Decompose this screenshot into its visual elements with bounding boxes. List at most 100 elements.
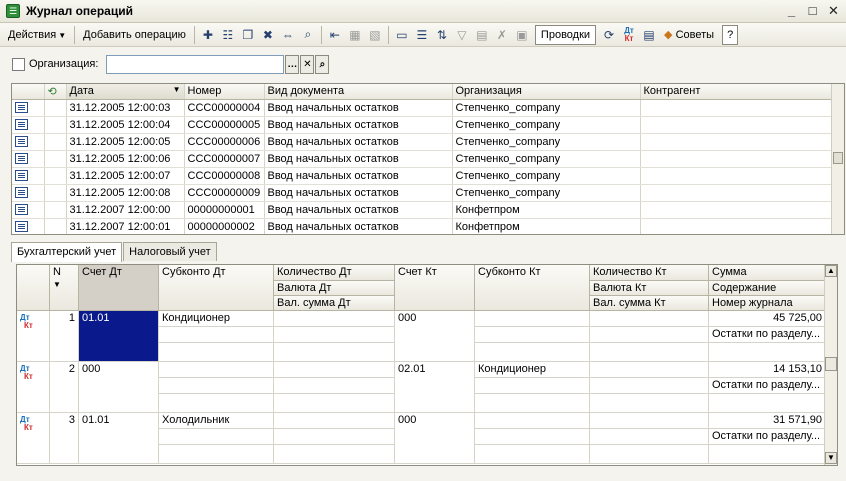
column-header-dt-qty[interactable]: Количество Дт bbox=[274, 265, 395, 281]
document-icon-cell bbox=[12, 116, 45, 134]
table-row[interactable]: 31.12.2007 12:00:00 00000000001 Ввод начал… bbox=[12, 201, 832, 219]
icon-column-header[interactable] bbox=[17, 265, 50, 311]
organization-checkbox[interactable] bbox=[12, 57, 25, 71]
minimize-button[interactable]: _ bbox=[783, 3, 800, 19]
scroll-thumb[interactable] bbox=[825, 357, 837, 371]
table-row[interactable]: 31.12.2007 12:00:01 00000000002 Ввод начал… bbox=[12, 218, 832, 234]
cell-content: Остатки по разделу... bbox=[709, 429, 826, 445]
column-header-number[interactable]: Номер bbox=[184, 84, 265, 100]
toolbar-separator bbox=[74, 25, 76, 44]
column-header-kt-currency[interactable]: Валюта Кт bbox=[590, 281, 709, 296]
edit-icon[interactable]: ▭ bbox=[392, 25, 412, 45]
tips-button[interactable]: ◆ Советы bbox=[659, 25, 719, 45]
cell-dt-currency bbox=[274, 327, 395, 343]
print-icon[interactable]: ▤ bbox=[472, 25, 492, 45]
cell-doc-type: Ввод начальных остатков bbox=[264, 218, 453, 234]
table-row[interactable]: 31.12.2005 12:00:03 ССС00000004 Ввод начал… bbox=[12, 99, 832, 117]
column-header-doc-type[interactable]: Вид документа bbox=[264, 84, 453, 100]
close-button[interactable]: ✕ bbox=[825, 3, 842, 19]
add-operation-button[interactable]: Добавить операцию bbox=[78, 25, 191, 45]
table-row[interactable]: 31.12.2005 12:00:05 ССС00000006 Ввод начал… bbox=[12, 133, 832, 151]
column-header-date[interactable]: Дата ▼ bbox=[66, 84, 185, 100]
column-header-content[interactable]: Содержание bbox=[709, 281, 826, 296]
table-row[interactable]: 31.12.2005 12:00:08 ССС00000009 Ввод начал… bbox=[12, 184, 832, 202]
tab-accounting[interactable]: Бухгалтерский учет bbox=[11, 242, 123, 262]
tab-tax[interactable]: Налоговый учет bbox=[123, 242, 217, 261]
document-icon bbox=[15, 135, 28, 147]
refresh-column-header[interactable]: ⟲ bbox=[44, 84, 67, 100]
dtkt-icon: Дт Кт bbox=[20, 313, 33, 330]
sort-icon[interactable]: ⇅ bbox=[432, 25, 452, 45]
select-button[interactable]: … bbox=[285, 54, 300, 74]
report-icon[interactable]: ▤ bbox=[639, 25, 659, 45]
find-icon[interactable]: ⌕ bbox=[298, 25, 318, 45]
refresh-icon[interactable]: ⟳ bbox=[599, 25, 619, 45]
maximize-button[interactable]: □ bbox=[804, 3, 821, 19]
column-header-kt-cur-sum[interactable]: Вал. сумма Кт bbox=[590, 296, 709, 311]
column-header-contractor[interactable]: Контрагент bbox=[640, 84, 832, 100]
icon-column-header[interactable] bbox=[12, 84, 45, 100]
column-header-n[interactable]: N ▼ bbox=[50, 265, 79, 311]
cell-dt-account[interactable]: 000 bbox=[79, 362, 159, 413]
cell-kt-currency bbox=[590, 378, 709, 394]
structure-icon[interactable]: ☰ bbox=[412, 25, 432, 45]
scroll-thumb[interactable] bbox=[833, 152, 843, 164]
interval-icon[interactable]: ⇔ bbox=[278, 25, 298, 45]
toolbar-separator bbox=[387, 25, 389, 44]
clear-icon[interactable]: ✕ bbox=[300, 54, 315, 74]
column-header-journal-no[interactable]: Номер журнала bbox=[709, 296, 826, 311]
actions-menu[interactable]: Действия ▼ bbox=[3, 25, 71, 45]
column-header-kt-qty[interactable]: Количество Кт bbox=[590, 265, 709, 281]
cell-date: 31.12.2007 12:00:01 bbox=[66, 218, 185, 234]
cell-date: 31.12.2005 12:00:08 bbox=[66, 184, 185, 202]
add-group-icon[interactable]: ☷ bbox=[218, 25, 238, 45]
scroll-down-icon[interactable]: ▼ bbox=[825, 452, 837, 464]
column-header-dt-cur-sum[interactable]: Вал. сумма Дт bbox=[274, 296, 395, 311]
cell-number: ССС00000005 bbox=[184, 116, 265, 134]
cell-dt-account[interactable]: 01.01 bbox=[79, 413, 159, 464]
back-icon[interactable]: ⇤ bbox=[325, 25, 345, 45]
dtkt-icon[interactable]: Дт Кт bbox=[619, 25, 639, 45]
column-header-dt-currency[interactable]: Валюта Дт bbox=[274, 281, 395, 296]
cell-number: ССС00000009 bbox=[184, 184, 265, 202]
dtkt-icon: Дт Кт bbox=[20, 415, 33, 432]
table-row[interactable]: 31.12.2005 12:00:04 ССС00000005 Ввод начал… bbox=[12, 116, 832, 134]
table-row[interactable]: 31.12.2005 12:00:07 ССС00000008 Ввод начал… bbox=[12, 167, 832, 185]
column-header-kt-subconto[interactable]: Субконто Кт bbox=[475, 265, 590, 311]
cell-kt-subconto bbox=[475, 311, 590, 327]
cell-kt-cur-sum bbox=[590, 445, 709, 464]
filter-icon[interactable]: ▽ bbox=[452, 25, 472, 45]
cell-kt-account: 000 bbox=[395, 311, 475, 362]
cell-kt-qty bbox=[590, 311, 709, 327]
postings-button[interactable]: Проводки bbox=[534, 24, 597, 45]
delete-mark-icon[interactable]: ✖ bbox=[258, 25, 278, 45]
journal-scrollbar[interactable] bbox=[831, 84, 844, 234]
cell-dt-currency bbox=[274, 378, 395, 394]
add-icon[interactable]: ✚ bbox=[198, 25, 218, 45]
column-header-kt-account[interactable]: Счет Кт bbox=[395, 265, 475, 311]
cell-date: 31.12.2007 12:00:00 bbox=[66, 201, 185, 219]
cell-contractor bbox=[640, 116, 832, 134]
cell-sum: 45 725,00 bbox=[709, 311, 826, 327]
post-icon[interactable]: ▦ bbox=[345, 25, 365, 45]
unpost-icon[interactable]: ▧ bbox=[365, 25, 385, 45]
posting-icon-cell: Дт Кт bbox=[17, 311, 50, 362]
cell-journal-no bbox=[709, 343, 826, 362]
scroll-up-icon[interactable]: ▲ bbox=[825, 265, 837, 277]
help-button[interactable]: ? bbox=[722, 24, 739, 45]
documents-icon[interactable]: ▣ bbox=[512, 25, 532, 45]
cell-dt-account[interactable]: 01.01 bbox=[79, 311, 159, 362]
column-header-dt-subconto[interactable]: Субконто Дт bbox=[159, 265, 274, 311]
organization-input[interactable] bbox=[106, 54, 285, 74]
document-icon bbox=[15, 101, 28, 113]
clear-filter-icon[interactable]: ✗ bbox=[492, 25, 512, 45]
table-row[interactable]: 31.12.2005 12:00:06 ССС00000007 Ввод начал… bbox=[12, 150, 832, 168]
cell-contractor bbox=[640, 133, 832, 151]
search-icon[interactable]: ⌕ bbox=[315, 54, 330, 74]
postings-scrollbar[interactable]: ▲ ▼ bbox=[824, 265, 837, 465]
column-header-dt-account[interactable]: Счет Дт bbox=[79, 265, 159, 311]
column-header-organization[interactable]: Организация bbox=[452, 84, 641, 100]
copy-icon[interactable]: ❐ bbox=[238, 25, 258, 45]
cell-organization: Степченко_company bbox=[452, 133, 641, 151]
column-header-sum[interactable]: Сумма bbox=[709, 265, 826, 281]
